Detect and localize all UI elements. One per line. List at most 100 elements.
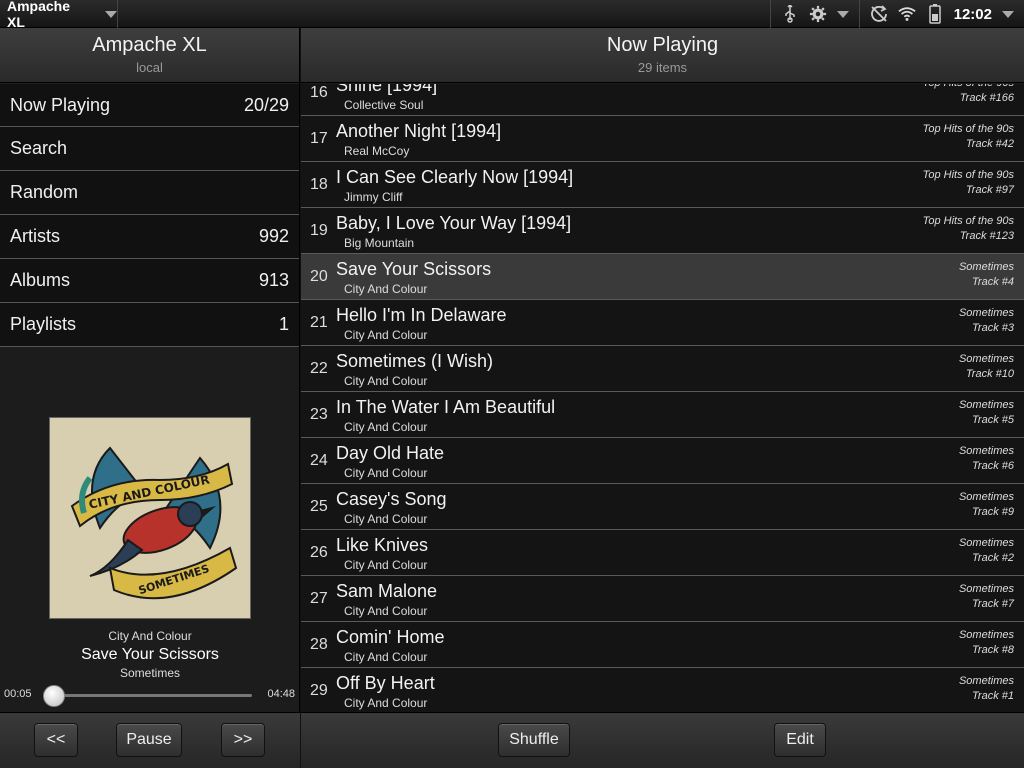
- song-row[interactable]: 17 Another Night [1994] Real McCoy Top Hits…: [301, 116, 1024, 162]
- menu-item-label: Playlists: [10, 314, 77, 334]
- song-album: Sometimes: [958, 261, 1014, 273]
- song-row[interactable]: 24 Day Old Hate City And Colour Sometimes Tr…: [301, 438, 1024, 484]
- song-track: Track #1: [972, 690, 1014, 702]
- song-title: Hello I'm In Delaware: [336, 305, 507, 325]
- song-row[interactable]: 25 Casey's Song City And Colour Sometimes Tr…: [301, 484, 1024, 530]
- now-playing-artist: City And Colour: [108, 629, 192, 643]
- track-number: 17: [310, 130, 328, 147]
- song-track: Track #4: [972, 276, 1014, 288]
- song-row[interactable]: 21 Hello I'm In Delaware City And Colour So…: [301, 300, 1024, 346]
- song-track: Track #6: [972, 460, 1014, 472]
- track-number: 27: [310, 590, 328, 607]
- song-album: Sometimes: [958, 399, 1014, 411]
- song-track: Track #8: [972, 644, 1014, 656]
- menu-item-search[interactable]: Search: [0, 127, 299, 171]
- chevron-down-icon: [1002, 10, 1014, 18]
- playback-controls: << Pause >>: [0, 712, 300, 768]
- song-list[interactable]: 16 Shine [1994] Collective Soul Top Hits of…: [301, 84, 1024, 712]
- chevron-down-icon: [836, 10, 849, 18]
- menu-item-now-playing[interactable]: Now Playing 20/29: [0, 83, 299, 127]
- song-album: Sometimes: [958, 353, 1014, 365]
- song-title: Sometimes (I Wish): [336, 351, 494, 371]
- track-number: 26: [310, 544, 328, 561]
- song-row[interactable]: 20 Save Your Scissors City And Colour Somet…: [301, 254, 1024, 300]
- system-menu-left[interactable]: [769, 0, 859, 28]
- right-header-title: Now Playing: [606, 34, 719, 56]
- progress-slider[interactable]: [43, 685, 252, 707]
- song-row[interactable]: 18 I Can See Clearly Now [1994] Jimmy Clif…: [301, 162, 1024, 208]
- left-header-subtitle: local: [136, 60, 163, 75]
- system-menu-right[interactable]: 12:02: [858, 0, 1024, 28]
- track-number: 21: [310, 314, 328, 331]
- track-number: 24: [310, 452, 328, 469]
- menu-item-label: Albums: [10, 270, 71, 290]
- song-title: In The Water I Am Beautiful: [336, 397, 556, 417]
- rotation-lock-icon: [870, 5, 888, 23]
- left-header-title: Ampache XL: [92, 34, 207, 56]
- song-track: Track #10: [965, 368, 1014, 380]
- app-name: Ampache XL: [7, 0, 71, 30]
- song-row[interactable]: 29 Off By Heart City And Colour Sometimes Tr…: [301, 668, 1024, 712]
- menu-item-label: Search: [10, 138, 68, 158]
- track-number: 28: [310, 636, 328, 653]
- now-playing-title: Save Your Scissors: [81, 646, 219, 663]
- song-artist: City And Colour: [344, 328, 428, 342]
- song-row[interactable]: 26 Like Knives City And Colour Sometimes Tra…: [301, 530, 1024, 576]
- song-artist: Jimmy Cliff: [344, 190, 403, 204]
- progress-slider-thumb[interactable]: [43, 685, 65, 707]
- album-art[interactable]: CITY AND COLOUR SOMETIMES: [49, 417, 251, 619]
- song-row[interactable]: 22 Sometimes (I Wish) City And Colour Somet…: [301, 346, 1024, 392]
- right-pane: Now Playing 29 items 16 Shine [1994] Colle…: [301, 28, 1024, 768]
- menu-item-artists[interactable]: Artists 992: [0, 215, 299, 259]
- menu-item-random[interactable]: Random: [0, 171, 299, 215]
- song-track: Track #97: [965, 184, 1014, 196]
- battery-icon: [926, 4, 944, 24]
- app-menu-button[interactable]: Ampache XL: [0, 0, 118, 30]
- song-album: Sometimes: [958, 629, 1014, 641]
- song-track: Track #123: [959, 230, 1014, 242]
- song-row[interactable]: 23 In The Water I Am Beautiful City And Co…: [301, 392, 1024, 438]
- usb-icon: [781, 5, 799, 23]
- song-track: Track #9: [972, 506, 1014, 518]
- song-artist: Big Mountain: [344, 236, 415, 250]
- song-album: Top Hits of the 90s: [923, 84, 1014, 89]
- song-track: Track #166: [959, 92, 1014, 104]
- song-title: Casey's Song: [336, 489, 447, 509]
- song-track: Track #2: [972, 552, 1014, 564]
- song-row[interactable]: 27 Sam Malone City And Colour Sometimes Trac…: [301, 576, 1024, 622]
- track-number: 16: [310, 84, 328, 101]
- song-track: Track #3: [972, 322, 1014, 334]
- song-artist: City And Colour: [344, 374, 428, 388]
- menu-item-albums[interactable]: Albums 913: [0, 259, 299, 303]
- track-number: 19: [310, 222, 328, 239]
- next-button[interactable]: >>: [221, 723, 265, 757]
- song-row[interactable]: 28 Comin' Home City And Colour Sometimes Tra…: [301, 622, 1024, 668]
- song-row[interactable]: 16 Shine [1994] Collective Soul Top Hits of…: [301, 84, 1024, 116]
- chevron-down-icon: [105, 10, 117, 18]
- menu-item-playlists[interactable]: Playlists 1: [0, 303, 299, 347]
- song-row[interactable]: 19 Baby, I Love Your Way [1994] Big Mounta…: [301, 208, 1024, 254]
- song-artist: City And Colour: [344, 466, 428, 480]
- time-total: 04:48: [267, 688, 295, 700]
- right-header: Now Playing 29 items: [301, 28, 1024, 83]
- song-title: Save Your Scissors: [336, 259, 492, 279]
- song-title: Day Old Hate: [336, 443, 445, 463]
- song-artist: Real McCoy: [344, 144, 410, 158]
- song-artist: City And Colour: [344, 696, 428, 710]
- pause-button[interactable]: Pause: [116, 723, 182, 757]
- shuffle-button[interactable]: Shuffle: [498, 723, 570, 757]
- edit-button[interactable]: Edit: [774, 723, 826, 757]
- song-album: Sometimes: [958, 445, 1014, 457]
- song-album: Sometimes: [958, 491, 1014, 503]
- song-title: Baby, I Love Your Way [1994]: [336, 213, 572, 233]
- song-artist: City And Colour: [344, 420, 428, 434]
- previous-button[interactable]: <<: [34, 723, 78, 757]
- song-title: Comin' Home: [336, 627, 445, 647]
- menu-item-label: Artists: [10, 226, 61, 246]
- song-artist: City And Colour: [344, 604, 428, 618]
- track-number: 18: [310, 176, 328, 193]
- song-title: Like Knives: [336, 535, 429, 555]
- track-number: 29: [310, 682, 328, 699]
- song-artist: City And Colour: [344, 650, 428, 664]
- time-elapsed: 00:05: [4, 688, 32, 700]
